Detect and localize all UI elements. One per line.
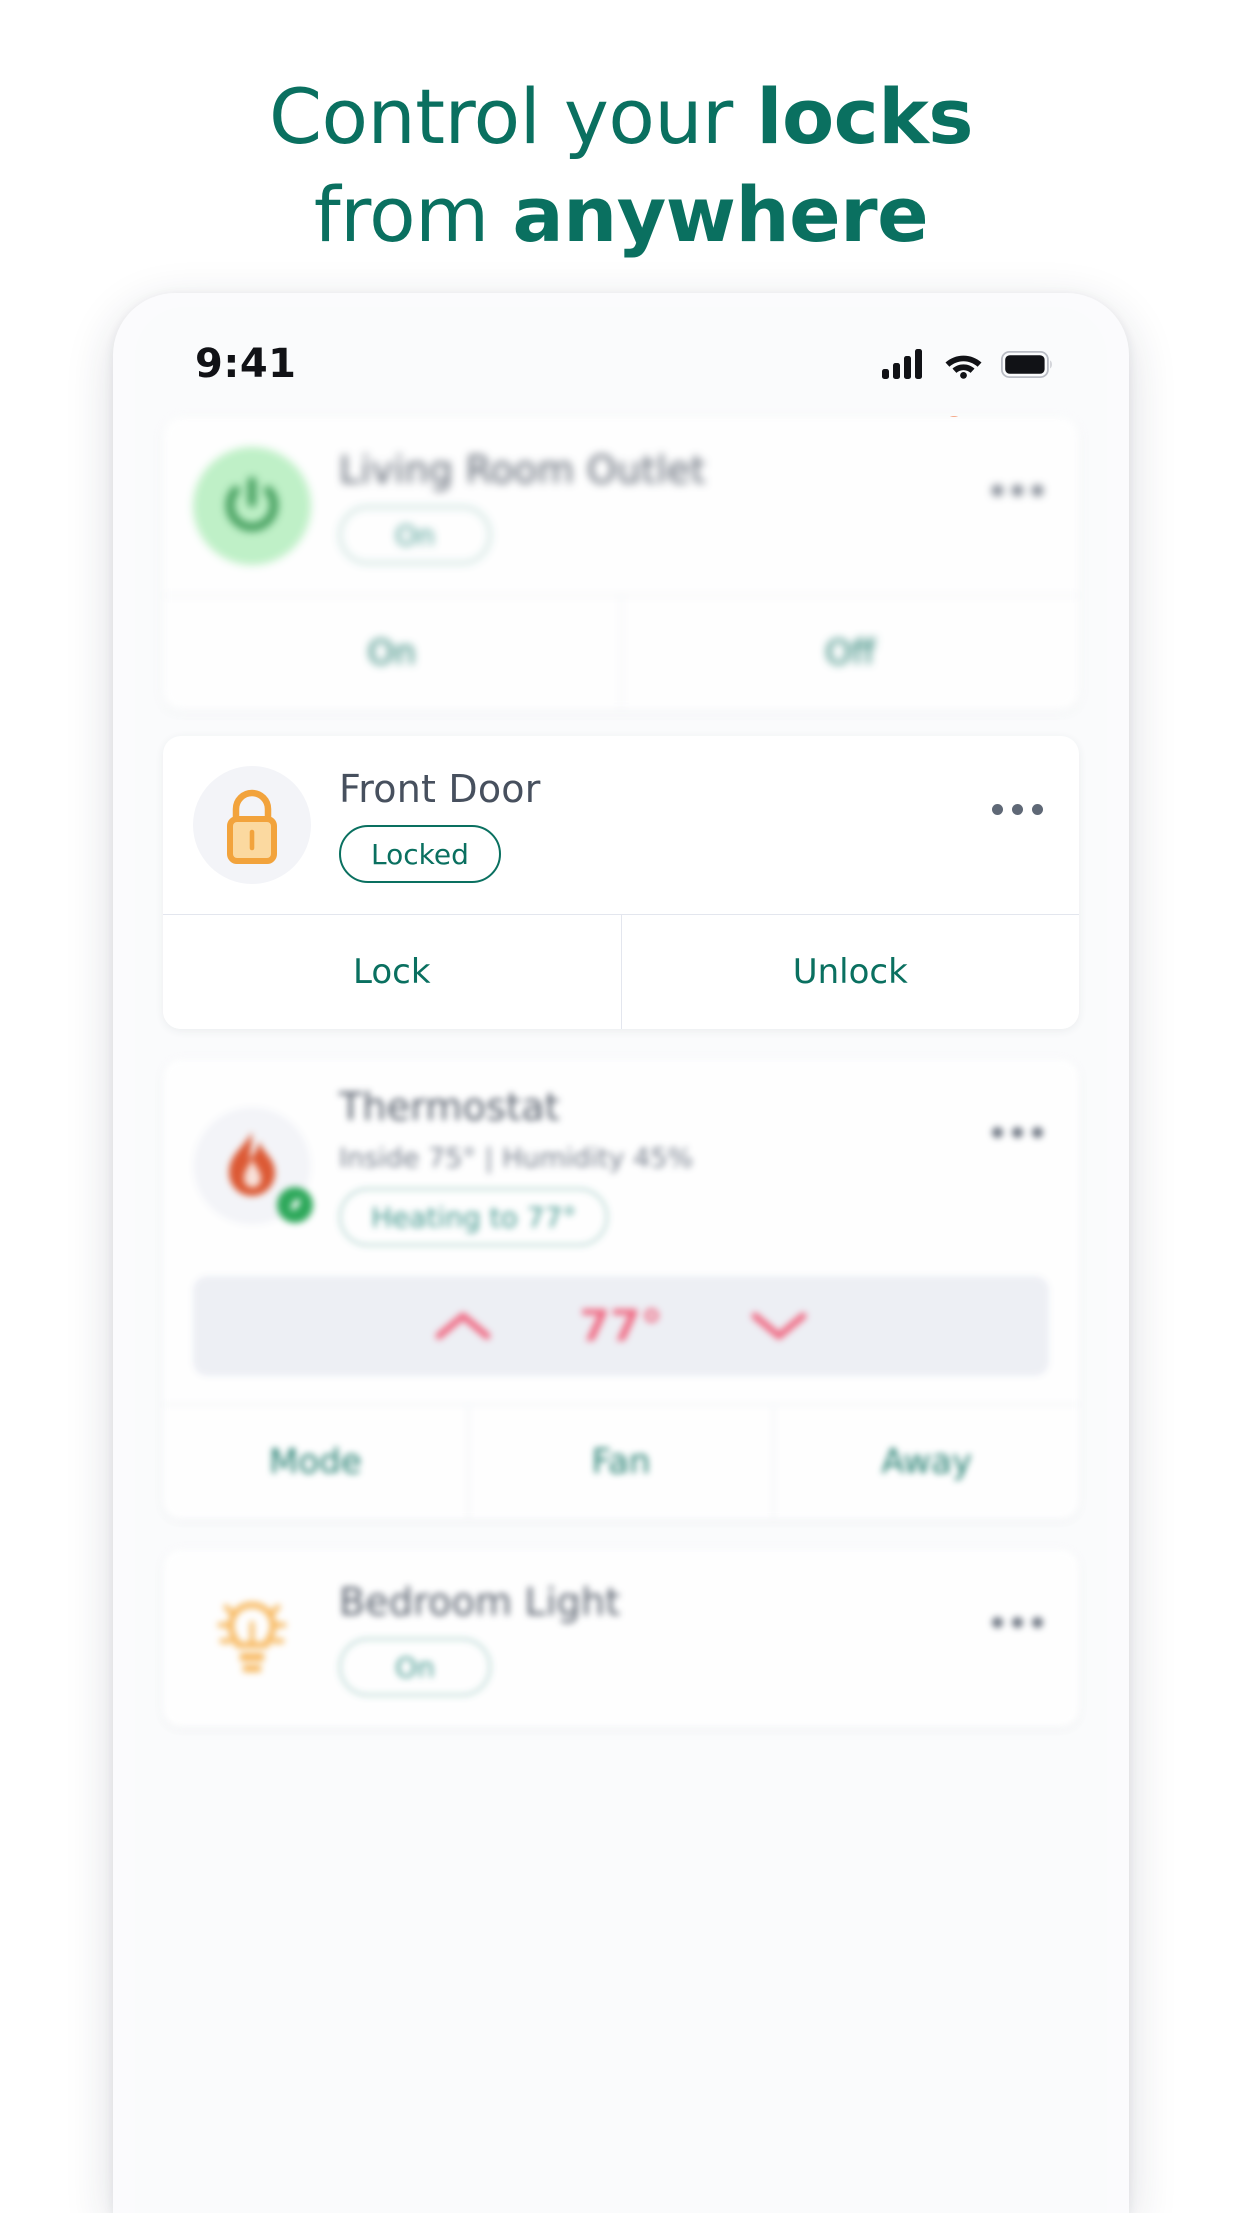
card-text: Thermostat Inside 75° | Humidity 45% Hea… xyxy=(325,1085,974,1246)
card-actions: On Off xyxy=(163,595,1079,710)
card-body: Thermostat Inside 75° | Humidity 45% Hea… xyxy=(163,1059,1079,1272)
phone-mockup: 9:41 Living Room Outlet On On Off Front … xyxy=(113,293,1129,2213)
card-overflow-menu-icon[interactable] xyxy=(974,1617,1049,1628)
action-fan-button[interactable]: Fan xyxy=(467,1405,774,1519)
device-list[interactable]: Living Room Outlet On On Off Front Door … xyxy=(135,417,1107,2139)
chevron-up-icon[interactable] xyxy=(433,1308,493,1344)
card-actions: Mode Fan Away xyxy=(163,1404,1079,1519)
card-overflow-menu-icon[interactable] xyxy=(974,1127,1049,1138)
action-lock-button[interactable]: Lock xyxy=(163,915,621,1029)
eco-leaf-badge-icon xyxy=(277,1186,313,1223)
status-bar: 9:41 xyxy=(135,307,1107,403)
action-mode-button[interactable]: Mode xyxy=(163,1405,468,1519)
card-text: Front Door Locked xyxy=(325,767,974,883)
temperature-stepper[interactable]: 77° xyxy=(193,1276,1049,1376)
status-badge: Heating to 77° xyxy=(339,1188,609,1246)
page-headline: Control your locks from anywhere xyxy=(0,68,1242,264)
temperature-setpoint: 77° xyxy=(579,1300,663,1352)
headline-line-1: Control your locks xyxy=(0,68,1242,166)
headline-line-2-plain: from xyxy=(313,170,513,259)
wifi-icon xyxy=(945,355,982,379)
card-title: Front Door xyxy=(339,767,541,811)
padlock-locked-icon xyxy=(193,766,311,884)
status-badge: Locked xyxy=(339,825,501,883)
action-off-button[interactable]: Off xyxy=(620,596,1079,710)
card-body: Front Door Locked xyxy=(163,736,1079,914)
card-overflow-menu-icon[interactable] xyxy=(974,804,1049,815)
headline-line-2-bold: anywhere xyxy=(512,170,929,259)
action-away-button[interactable]: Away xyxy=(773,1405,1079,1519)
lightbulb-icon xyxy=(193,1579,311,1697)
card-body: Living Room Outlet On xyxy=(163,417,1079,595)
flame-icon xyxy=(193,1106,313,1225)
cellular-signal-icon xyxy=(882,349,922,379)
phone-screen: 9:41 Living Room Outlet On On Off Front … xyxy=(135,307,1107,2213)
device-card-bedroom-light[interactable]: Bedroom Light On xyxy=(163,1549,1079,1727)
device-card-front-door[interactable]: Front Door Locked Lock Unlock xyxy=(163,736,1079,1029)
card-overflow-menu-icon[interactable] xyxy=(974,485,1049,496)
power-icon xyxy=(193,447,311,565)
card-text: Bedroom Light On xyxy=(325,1580,974,1696)
card-subtitle: Inside 75° | Humidity 45% xyxy=(339,1143,694,1174)
battery-icon xyxy=(1001,350,1052,378)
status-icons xyxy=(882,349,1053,379)
device-card-thermostat[interactable]: Thermostat Inside 75° | Humidity 45% Hea… xyxy=(163,1059,1079,1519)
headline-line-2: from anywhere xyxy=(0,166,1242,264)
headline-line-1-plain: Control your xyxy=(268,72,757,161)
card-text: Living Room Outlet On xyxy=(325,448,974,564)
card-actions: Lock Unlock xyxy=(163,914,1079,1029)
card-title: Thermostat xyxy=(339,1085,560,1129)
status-badge: On xyxy=(339,1638,491,1696)
device-card-living-room-outlet[interactable]: Living Room Outlet On On Off xyxy=(163,417,1079,710)
card-body: Bedroom Light On xyxy=(163,1549,1079,1727)
chevron-down-icon[interactable] xyxy=(749,1308,809,1344)
action-on-button[interactable]: On xyxy=(163,596,621,710)
card-title: Living Room Outlet xyxy=(339,448,706,492)
action-unlock-button[interactable]: Unlock xyxy=(620,915,1079,1029)
headline-line-1-bold: locks xyxy=(756,72,974,161)
card-title: Bedroom Light xyxy=(339,1580,621,1624)
status-badge: On xyxy=(339,506,491,564)
status-time: 9:41 xyxy=(195,341,297,387)
